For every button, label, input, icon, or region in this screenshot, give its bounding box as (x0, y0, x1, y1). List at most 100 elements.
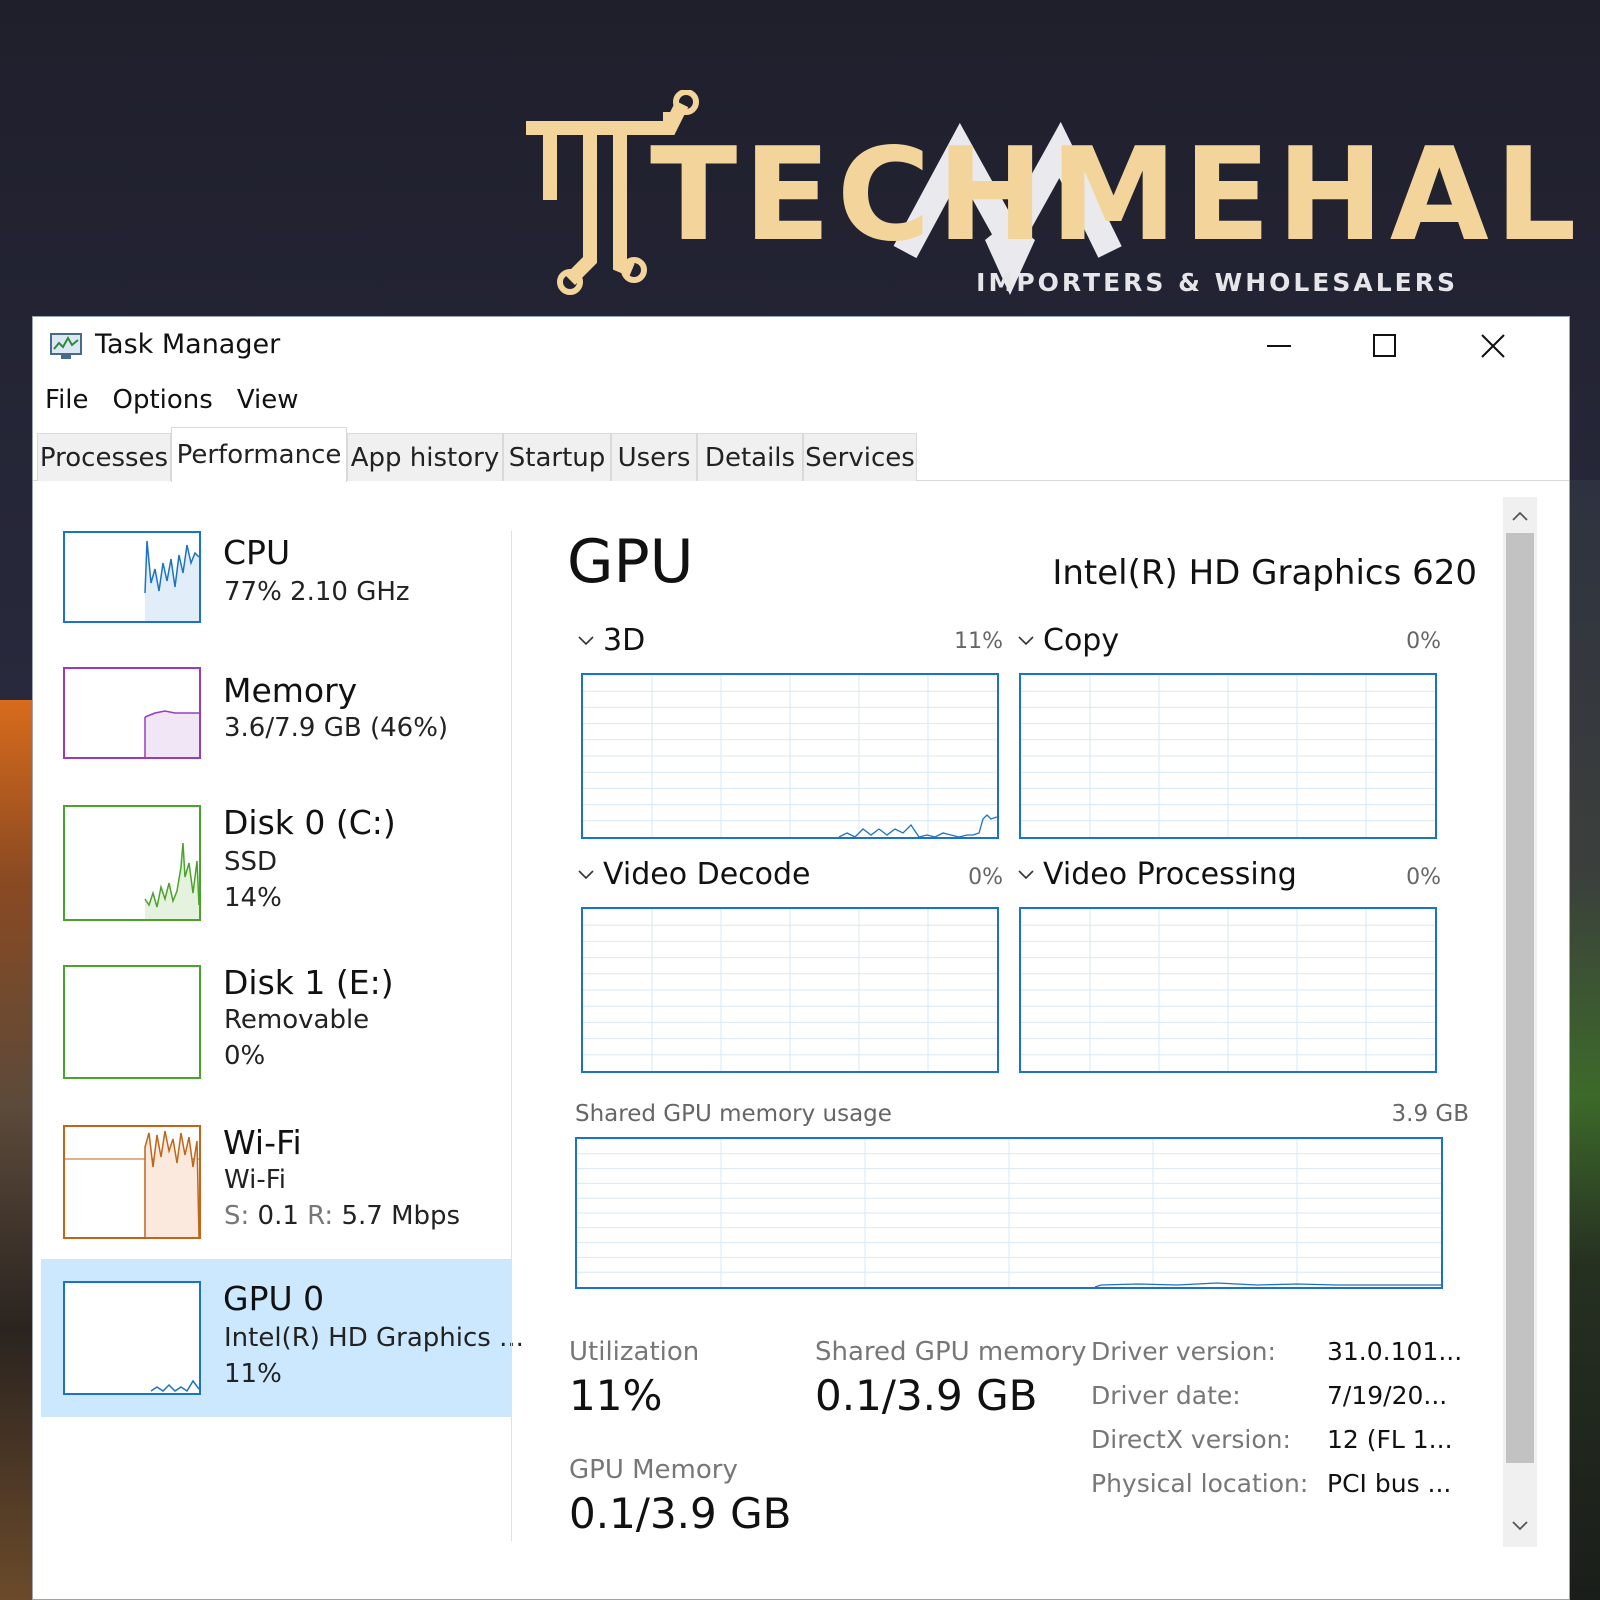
chevron-down-icon (578, 869, 594, 879)
minimize-button[interactable] (1229, 323, 1329, 369)
engine-video-decode-graph (581, 907, 999, 1073)
shared-memory-plot (577, 1139, 1441, 1287)
resource-gpu0[interactable]: GPU 0 Intel(R) HD Graphics ... 11% (41, 1259, 524, 1417)
close-button[interactable] (1443, 323, 1543, 369)
engine-video-decode-selector[interactable]: Video Decode (577, 857, 811, 892)
gpu0-usage: 11% (224, 1359, 282, 1389)
tab-processes[interactable]: Processes (37, 433, 171, 481)
engine-video-decode-plot (583, 909, 997, 1071)
logo-wordmark: TECHMEHAL (650, 121, 1583, 270)
engine-3d-label: 3D (603, 623, 646, 658)
tab-users[interactable]: Users (611, 433, 697, 481)
physical-location-value: PCI bus ... (1327, 1469, 1452, 1498)
engine-copy-plot (1021, 675, 1435, 837)
graph-gridlines (1021, 909, 1435, 1071)
menu-bar: File Options View (33, 379, 311, 421)
engine-3d-selector[interactable]: 3D (577, 623, 645, 658)
engine-video-decode-percent: 0% (968, 865, 1003, 890)
driver-version-value: 31.0.101... (1327, 1337, 1463, 1366)
engine-video-decode-label: Video Decode (603, 857, 811, 892)
menu-options[interactable]: Options (101, 379, 225, 421)
tab-startup[interactable]: Startup (503, 433, 611, 481)
wifi-mini-graph (63, 1125, 201, 1239)
disk0-usage: 14% (224, 883, 282, 913)
gpu0-model: Intel(R) HD Graphics ... (224, 1323, 524, 1353)
directx-version-value: 12 (FL 1... (1327, 1425, 1453, 1454)
task-manager-window: Task Manager File Options View Processes… (32, 316, 1570, 1600)
graph-gridlines (583, 675, 997, 837)
wifi-receive-value: 5.7 Mbps (333, 1201, 461, 1231)
engine-video-processing-graph (1019, 907, 1437, 1073)
chevron-down-icon (1512, 1521, 1528, 1531)
techmehal-logo: TECHMEHAL IMPORTERS & WHOLESALERS (520, 90, 1576, 315)
maximize-icon (1373, 334, 1396, 357)
utilization-label: Utilization (569, 1337, 700, 1367)
shared-gpu-memory-label: Shared GPU memory (815, 1337, 1087, 1367)
title-bar[interactable]: Task Manager (33, 317, 1569, 375)
tab-strip: Processes Performance App history Startu… (33, 425, 1569, 482)
panel-divider (511, 531, 512, 1541)
memory-title: Memory (223, 671, 358, 710)
resource-list: CPU 77% 2.10 GHz Memory 3.6/7.9 GB (46%) (33, 513, 524, 1553)
engine-video-processing-percent: 0% (1406, 865, 1441, 890)
resource-disk1[interactable]: Disk 1 (E:) Removable 0% (41, 949, 511, 1107)
driver-date-value: 7/19/20... (1327, 1381, 1448, 1410)
resource-disk0[interactable]: Disk 0 (C:) SSD 14% (41, 789, 511, 947)
wifi-title: Wi-Fi (223, 1123, 302, 1162)
disk0-mini-graph (63, 805, 201, 921)
chevron-up-icon (1512, 511, 1528, 521)
vertical-scrollbar[interactable] (1503, 497, 1537, 1547)
gpu-model-name: Intel(R) HD Graphics 620 (1052, 553, 1477, 593)
disk1-type: Removable (224, 1005, 370, 1035)
tab-details[interactable]: Details (697, 433, 803, 481)
background-scenery-right (1570, 480, 1600, 1600)
menu-view[interactable]: View (225, 379, 311, 421)
scroll-down-button[interactable] (1503, 1511, 1537, 1541)
resource-cpu[interactable]: CPU 77% 2.10 GHz (41, 513, 511, 671)
tab-performance[interactable]: Performance (171, 427, 347, 482)
task-manager-icon (49, 331, 83, 361)
minimize-icon (1267, 345, 1291, 347)
graph-gridlines (583, 909, 997, 1071)
chevron-down-icon (1018, 635, 1034, 645)
shared-memory-graph (575, 1137, 1443, 1289)
cpu-mini-graph (63, 531, 201, 623)
graph-gridlines (577, 1139, 1441, 1287)
resource-wifi[interactable]: Wi-Fi Wi-Fi S: 0.1 R: 5.7 Mbps (41, 1109, 511, 1267)
maximize-button[interactable] (1335, 323, 1435, 369)
cpu-usage: 77% 2.10 GHz (224, 577, 410, 607)
chevron-down-icon (578, 635, 594, 645)
driver-date-label: Driver date: (1091, 1381, 1241, 1410)
tab-services[interactable]: Services (803, 433, 917, 481)
engine-copy-label: Copy (1043, 623, 1120, 658)
wifi-adapter: Wi-Fi (224, 1165, 287, 1195)
disk1-usage: 0% (224, 1041, 266, 1071)
cpu-title: CPU (223, 533, 291, 572)
close-icon (1481, 334, 1505, 358)
logo-tagline: IMPORTERS & WHOLESALERS (976, 268, 1458, 297)
menu-file[interactable]: File (33, 379, 101, 421)
disk0-type: SSD (224, 847, 278, 877)
gpu-memory-value: 0.1/3.9 GB (569, 1489, 792, 1538)
engine-3d-percent: 11% (954, 629, 1003, 654)
chevron-down-icon (1018, 869, 1034, 879)
wifi-receive-label: R: (307, 1201, 334, 1231)
engine-copy-selector[interactable]: Copy (1017, 623, 1119, 658)
gpu0-mini-graph (63, 1281, 201, 1395)
shared-gpu-memory-value: 0.1/3.9 GB (815, 1371, 1038, 1420)
scrollbar-thumb[interactable] (1506, 533, 1534, 1463)
wifi-send-label: S: (224, 1201, 250, 1231)
resource-memory[interactable]: Memory 3.6/7.9 GB (46%) (41, 651, 511, 809)
memory-usage: 3.6/7.9 GB (46%) (224, 713, 449, 743)
disk1-mini-graph (63, 965, 201, 1079)
utilization-value: 11% (569, 1371, 663, 1420)
tab-app-history[interactable]: App history (347, 433, 503, 481)
window-title: Task Manager (95, 329, 281, 360)
shared-memory-graph-max: 3.9 GB (1391, 1101, 1470, 1127)
engine-video-processing-selector[interactable]: Video Processing (1017, 857, 1297, 892)
scroll-up-button[interactable] (1503, 501, 1537, 531)
engine-3d-graph (581, 673, 999, 839)
engine-3d-plot (583, 675, 997, 837)
directx-version-label: DirectX version: (1091, 1425, 1291, 1454)
gpu-heading: GPU (567, 527, 694, 597)
